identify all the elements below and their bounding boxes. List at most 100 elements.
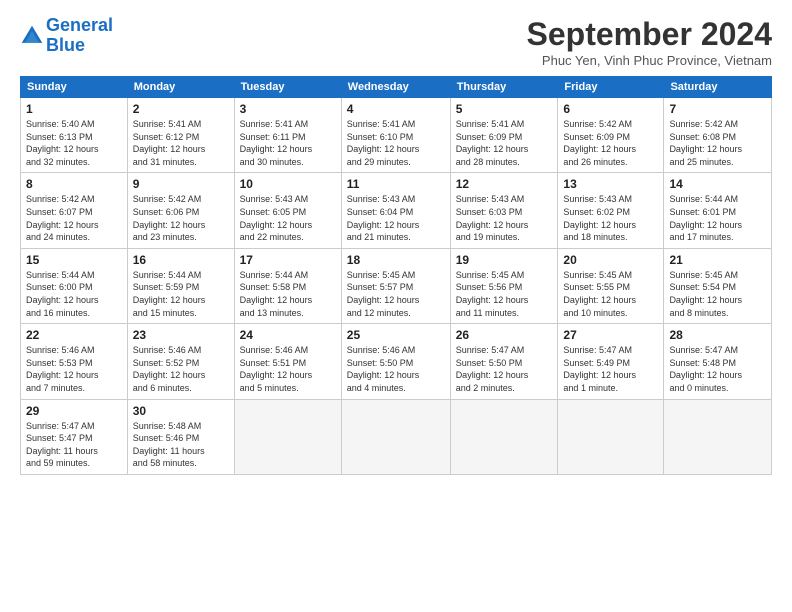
col-wednesday: Wednesday bbox=[341, 77, 450, 98]
day-info: Sunrise: 5:41 AM Sunset: 6:10 PM Dayligh… bbox=[347, 118, 445, 168]
table-row: 7 Sunrise: 5:42 AM Sunset: 6:08 PM Daylig… bbox=[664, 98, 772, 173]
day-number: 7 bbox=[669, 102, 766, 116]
table-row: 26 Sunrise: 5:47 AM Sunset: 5:50 PM Dayli… bbox=[450, 324, 558, 399]
day-info: Sunrise: 5:44 AM Sunset: 5:59 PM Dayligh… bbox=[133, 269, 229, 319]
table-row: 6 Sunrise: 5:42 AM Sunset: 6:09 PM Daylig… bbox=[558, 98, 664, 173]
table-row: 15 Sunrise: 5:44 AM Sunset: 6:00 PM Dayli… bbox=[21, 248, 128, 323]
day-number: 19 bbox=[456, 253, 553, 267]
col-saturday: Saturday bbox=[664, 77, 772, 98]
header: General Blue September 2024 Phuc Yen, Vi… bbox=[20, 16, 772, 68]
table-row: 20 Sunrise: 5:45 AM Sunset: 5:55 PM Dayli… bbox=[558, 248, 664, 323]
day-info: Sunrise: 5:45 AM Sunset: 5:55 PM Dayligh… bbox=[563, 269, 658, 319]
day-number: 16 bbox=[133, 253, 229, 267]
day-number: 6 bbox=[563, 102, 658, 116]
day-number: 25 bbox=[347, 328, 445, 342]
table-row: 2 Sunrise: 5:41 AM Sunset: 6:12 PM Daylig… bbox=[127, 98, 234, 173]
day-number: 10 bbox=[240, 177, 336, 191]
day-number: 18 bbox=[347, 253, 445, 267]
day-info: Sunrise: 5:46 AM Sunset: 5:50 PM Dayligh… bbox=[347, 344, 445, 394]
day-number: 22 bbox=[26, 328, 122, 342]
table-row: 1 Sunrise: 5:40 AM Sunset: 6:13 PM Daylig… bbox=[21, 98, 128, 173]
day-info: Sunrise: 5:42 AM Sunset: 6:09 PM Dayligh… bbox=[563, 118, 658, 168]
day-info: Sunrise: 5:43 AM Sunset: 6:02 PM Dayligh… bbox=[563, 193, 658, 243]
logo-line2: Blue bbox=[46, 35, 85, 55]
day-info: Sunrise: 5:45 AM Sunset: 5:57 PM Dayligh… bbox=[347, 269, 445, 319]
day-number: 11 bbox=[347, 177, 445, 191]
calendar-table: Sunday Monday Tuesday Wednesday Thursday… bbox=[20, 76, 772, 475]
table-row: 28 Sunrise: 5:47 AM Sunset: 5:48 PM Dayli… bbox=[664, 324, 772, 399]
day-info: Sunrise: 5:42 AM Sunset: 6:07 PM Dayligh… bbox=[26, 193, 122, 243]
table-row: 12 Sunrise: 5:43 AM Sunset: 6:03 PM Dayli… bbox=[450, 173, 558, 248]
table-row: 14 Sunrise: 5:44 AM Sunset: 6:01 PM Dayli… bbox=[664, 173, 772, 248]
table-row bbox=[234, 399, 341, 474]
day-number: 8 bbox=[26, 177, 122, 191]
day-number: 9 bbox=[133, 177, 229, 191]
logo-line1: General bbox=[46, 15, 113, 35]
day-number: 15 bbox=[26, 253, 122, 267]
logo-icon bbox=[20, 24, 44, 48]
day-number: 17 bbox=[240, 253, 336, 267]
day-info: Sunrise: 5:44 AM Sunset: 6:01 PM Dayligh… bbox=[669, 193, 766, 243]
day-number: 28 bbox=[669, 328, 766, 342]
day-info: Sunrise: 5:44 AM Sunset: 6:00 PM Dayligh… bbox=[26, 269, 122, 319]
day-info: Sunrise: 5:46 AM Sunset: 5:53 PM Dayligh… bbox=[26, 344, 122, 394]
day-number: 5 bbox=[456, 102, 553, 116]
table-row: 18 Sunrise: 5:45 AM Sunset: 5:57 PM Dayli… bbox=[341, 248, 450, 323]
table-row: 5 Sunrise: 5:41 AM Sunset: 6:09 PM Daylig… bbox=[450, 98, 558, 173]
day-info: Sunrise: 5:45 AM Sunset: 5:54 PM Dayligh… bbox=[669, 269, 766, 319]
day-number: 3 bbox=[240, 102, 336, 116]
logo: General Blue bbox=[20, 16, 113, 56]
calendar-week-row: 22 Sunrise: 5:46 AM Sunset: 5:53 PM Dayli… bbox=[21, 324, 772, 399]
calendar-week-row: 1 Sunrise: 5:40 AM Sunset: 6:13 PM Daylig… bbox=[21, 98, 772, 173]
location: Phuc Yen, Vinh Phuc Province, Vietnam bbox=[527, 53, 772, 68]
day-info: Sunrise: 5:41 AM Sunset: 6:11 PM Dayligh… bbox=[240, 118, 336, 168]
table-row bbox=[664, 399, 772, 474]
table-row: 19Sunrise: 5:45 AM Sunset: 5:56 PM Dayli… bbox=[450, 248, 558, 323]
day-info: Sunrise: 5:43 AM Sunset: 6:03 PM Dayligh… bbox=[456, 193, 553, 243]
day-info: Sunrise: 5:42 AM Sunset: 6:08 PM Dayligh… bbox=[669, 118, 766, 168]
day-info: Sunrise: 5:41 AM Sunset: 6:09 PM Dayligh… bbox=[456, 118, 553, 168]
day-info: Sunrise: 5:42 AM Sunset: 6:06 PM Dayligh… bbox=[133, 193, 229, 243]
day-info: Sunrise: 5:47 AM Sunset: 5:50 PM Dayligh… bbox=[456, 344, 553, 394]
day-number: 24 bbox=[240, 328, 336, 342]
calendar-header-row: Sunday Monday Tuesday Wednesday Thursday… bbox=[21, 77, 772, 98]
table-row: 22 Sunrise: 5:46 AM Sunset: 5:53 PM Dayli… bbox=[21, 324, 128, 399]
table-row: 10 Sunrise: 5:43 AM Sunset: 6:05 PM Dayli… bbox=[234, 173, 341, 248]
day-number: 26 bbox=[456, 328, 553, 342]
day-number: 2 bbox=[133, 102, 229, 116]
day-info: Sunrise: 5:46 AM Sunset: 5:52 PM Dayligh… bbox=[133, 344, 229, 394]
table-row: 27 Sunrise: 5:47 AM Sunset: 5:49 PM Dayli… bbox=[558, 324, 664, 399]
day-info: Sunrise: 5:44 AM Sunset: 5:58 PM Dayligh… bbox=[240, 269, 336, 319]
day-info: Sunrise: 5:47 AM Sunset: 5:49 PM Dayligh… bbox=[563, 344, 658, 394]
calendar-week-row: 29Sunrise: 5:47 AM Sunset: 5:47 PM Dayli… bbox=[21, 399, 772, 474]
day-info: Sunrise: 5:47 AM Sunset: 5:48 PM Dayligh… bbox=[669, 344, 766, 394]
day-info: Sunrise: 5:43 AM Sunset: 6:05 PM Dayligh… bbox=[240, 193, 336, 243]
table-row: 21 Sunrise: 5:45 AM Sunset: 5:54 PM Dayli… bbox=[664, 248, 772, 323]
col-friday: Friday bbox=[558, 77, 664, 98]
table-row: 25 Sunrise: 5:46 AM Sunset: 5:50 PM Dayli… bbox=[341, 324, 450, 399]
day-number: 30 bbox=[133, 404, 229, 418]
table-row: 24 Sunrise: 5:46 AM Sunset: 5:51 PM Dayli… bbox=[234, 324, 341, 399]
table-row: 29Sunrise: 5:47 AM Sunset: 5:47 PM Dayli… bbox=[21, 399, 128, 474]
day-number: 14 bbox=[669, 177, 766, 191]
table-row: 13 Sunrise: 5:43 AM Sunset: 6:02 PM Dayli… bbox=[558, 173, 664, 248]
day-info: Sunrise: 5:48 AM Sunset: 5:46 PM Dayligh… bbox=[133, 420, 229, 470]
table-row bbox=[558, 399, 664, 474]
title-block: September 2024 Phuc Yen, Vinh Phuc Provi… bbox=[527, 16, 772, 68]
col-monday: Monday bbox=[127, 77, 234, 98]
table-row: 11Sunrise: 5:43 AM Sunset: 6:04 PM Dayli… bbox=[341, 173, 450, 248]
day-info: Sunrise: 5:40 AM Sunset: 6:13 PM Dayligh… bbox=[26, 118, 122, 168]
day-number: 20 bbox=[563, 253, 658, 267]
logo-text: General Blue bbox=[46, 16, 113, 56]
day-number: 27 bbox=[563, 328, 658, 342]
day-number: 1 bbox=[26, 102, 122, 116]
table-row: 9 Sunrise: 5:42 AM Sunset: 6:06 PM Daylig… bbox=[127, 173, 234, 248]
col-sunday: Sunday bbox=[21, 77, 128, 98]
day-number: 13 bbox=[563, 177, 658, 191]
day-number: 12 bbox=[456, 177, 553, 191]
day-info: Sunrise: 5:41 AM Sunset: 6:12 PM Dayligh… bbox=[133, 118, 229, 168]
day-info: Sunrise: 5:46 AM Sunset: 5:51 PM Dayligh… bbox=[240, 344, 336, 394]
table-row bbox=[341, 399, 450, 474]
table-row: 17 Sunrise: 5:44 AM Sunset: 5:58 PM Dayli… bbox=[234, 248, 341, 323]
day-number: 21 bbox=[669, 253, 766, 267]
